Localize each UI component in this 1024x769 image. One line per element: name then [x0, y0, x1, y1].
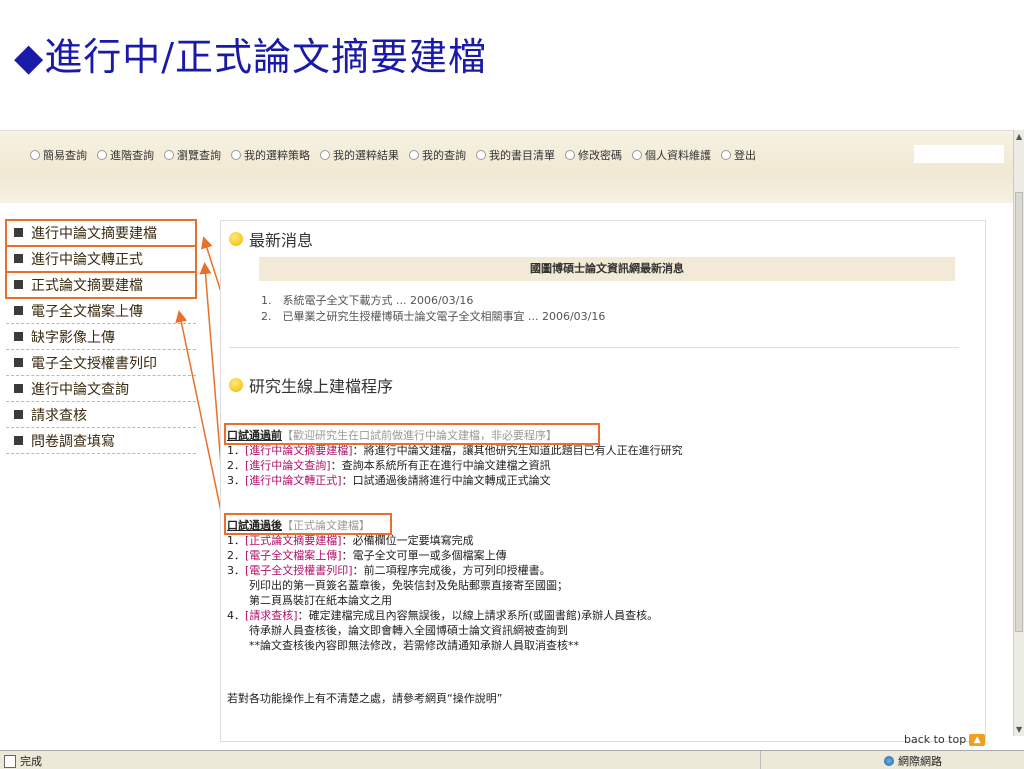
divider [229, 347, 959, 348]
news-list: 1. 系統電子全文下載方式 ... 2006/03/16 2. 已畢業之研究生授權… [261, 293, 605, 325]
item-number: 2． [227, 459, 245, 472]
item-text: ：前二項程序完成後，方可列印授權書。 [352, 564, 551, 577]
item-text: 第二頁爲裝訂在紙本論文之用 [249, 594, 392, 607]
procedure-link[interactable]: [進行中論文轉正式] [245, 474, 342, 487]
item-text: ：必備欄位一定要填寫完成 [341, 534, 474, 547]
news-item[interactable]: 1. 系統電子全文下載方式 ... 2006/03/16 [261, 293, 605, 309]
news-bullet-icon [229, 232, 243, 246]
item-number: 2． [227, 549, 245, 562]
item-number: 3． [227, 474, 245, 487]
item-number: 1． [227, 534, 245, 547]
scroll-up-icon[interactable]: ▲ [1016, 132, 1022, 141]
news-bar: 國圖博碩士論文資訊網最新消息 [259, 257, 955, 281]
main-content: 最新消息 國圖博碩士論文資訊網最新消息 1. 系統電子全文下載方式 ... 20… [220, 220, 986, 742]
globe-icon [884, 756, 894, 766]
after-section: 口試通過後【正式論文建檔】 1．[正式論文摘要建檔]：必備欄位一定要填寫完成 2．… [227, 518, 658, 653]
status-right: 網際網路 [884, 753, 942, 769]
news-item[interactable]: 2. 已畢業之研究生授權博碩士論文電子全文相關事宜 ... 2006/03/16 [261, 309, 605, 325]
page-icon [4, 754, 16, 768]
item-number: 4． [227, 609, 245, 622]
procedure-heading-text: 研究生線上建檔程序 [249, 377, 394, 396]
status-separators [760, 751, 881, 769]
item-text: ：口試通過後請將進行中論文轉成正式論文 [341, 474, 551, 487]
scroll-thumb[interactable] [1015, 192, 1023, 632]
procedure-item: **論文查核後內容即無法修改，若需修改請通知承辦人員取消查核** [227, 638, 658, 653]
item-text: 待承辦人員查核後，論文即會轉入全國博碩士論文資訊網被查詢到 [249, 624, 568, 637]
news-heading-text: 最新消息 [249, 231, 314, 250]
status-left: 完成 [4, 753, 42, 769]
procedure-item: 2．[進行中論文查詢]：查詢本系統所有正在進行中論文建檔之資訊 [227, 458, 683, 473]
procedure-item: 列印出的第一頁簽名蓋章後，免裝信封及免貼郵票直接寄至國圖； [227, 578, 658, 593]
procedure-link[interactable]: [電子全文授權書列印] [245, 564, 353, 577]
item-text: ：電子全文可單一或多個檔案上傳 [341, 549, 507, 562]
procedure-item: 4．[請求查核]：確定建檔完成且內容無誤後，以線上請求系所(或圖書館)承辦人員查… [227, 608, 658, 623]
item-text: 列印出的第一頁簽名蓋章後，免裝信封及免貼郵票直接寄至國圖； [249, 579, 568, 592]
scroll-down-icon[interactable]: ▼ [1016, 725, 1022, 734]
up-arrow-icon[interactable]: ▲ [969, 733, 986, 746]
slide-title: ◆進行中/正式論文摘要建檔 [14, 35, 488, 79]
procedure-item: 2．[電子全文檔案上傳]：電子全文可單一或多個檔案上傳 [227, 548, 658, 563]
status-text: 完成 [20, 755, 42, 768]
status-bar: 完成 網際網路 [0, 750, 1024, 769]
procedure-item: 3．[進行中論文轉正式]：口試通過後請將進行中論文轉成正式論文 [227, 473, 683, 488]
item-text: **論文查核後內容即無法修改，若需修改請通知承辦人員取消查核** [249, 639, 579, 652]
back-to-top-label[interactable]: back to top [904, 733, 966, 746]
procedure-item: 1．[進行中論文摘要建檔]：將進行中論文建檔，讓其他研究生知道此題目已有人正在進… [227, 443, 683, 458]
procedure-link[interactable]: [進行中論文查詢] [245, 459, 331, 472]
procedure-item: 1．[正式論文摘要建檔]：必備欄位一定要填寫完成 [227, 533, 658, 548]
item-number: 3． [227, 564, 245, 577]
procedure-heading: 研究生線上建檔程序 [229, 373, 393, 397]
after-highlight-box [224, 513, 392, 535]
item-text: ：將進行中論文建檔，讓其他研究生知道此題目已有人正在進行研究 [352, 444, 683, 457]
procedure-footer: 若對各功能操作上有不清楚之處，請參考網頁“操作說明” [227, 692, 503, 705]
back-to-top[interactable]: back to top ▲ [904, 733, 986, 746]
before-highlight-box [224, 423, 600, 445]
item-number: 1． [227, 444, 245, 457]
procedure-link[interactable]: [正式論文摘要建檔] [245, 534, 342, 547]
procedure-link[interactable]: [請求查核] [245, 609, 298, 622]
procedure-item: 3．[電子全文授權書列印]：前二項程序完成後，方可列印授權書。 [227, 563, 658, 578]
procedure-bullet-icon [229, 378, 243, 392]
procedure-item: 第二頁爲裝訂在紙本論文之用 [227, 593, 658, 608]
item-text: ：查詢本系統所有正在進行中論文建檔之資訊 [330, 459, 551, 472]
vertical-scrollbar[interactable]: ▲ ▼ [1013, 130, 1024, 736]
procedure-item: 待承辦人員查核後，論文即會轉入全國博碩士論文資訊網被查詢到 [227, 623, 658, 638]
item-text: ：確定建檔完成且內容無誤後，以線上請求系所(或圖書館)承辦人員查核。 [297, 609, 659, 622]
zone-text: 網際網路 [898, 755, 942, 768]
browser-window: 簡易查詢 進階查詢 瀏覽查詢 我的選粹策略 我的選粹結果 我的查詢 我的書目清單 修改密碼 個人… [0, 130, 1024, 769]
procedure-link[interactable]: [進行中論文摘要建檔] [245, 444, 353, 457]
procedure-link[interactable]: [電子全文檔案上傳] [245, 549, 342, 562]
news-heading: 最新消息 [229, 227, 313, 251]
